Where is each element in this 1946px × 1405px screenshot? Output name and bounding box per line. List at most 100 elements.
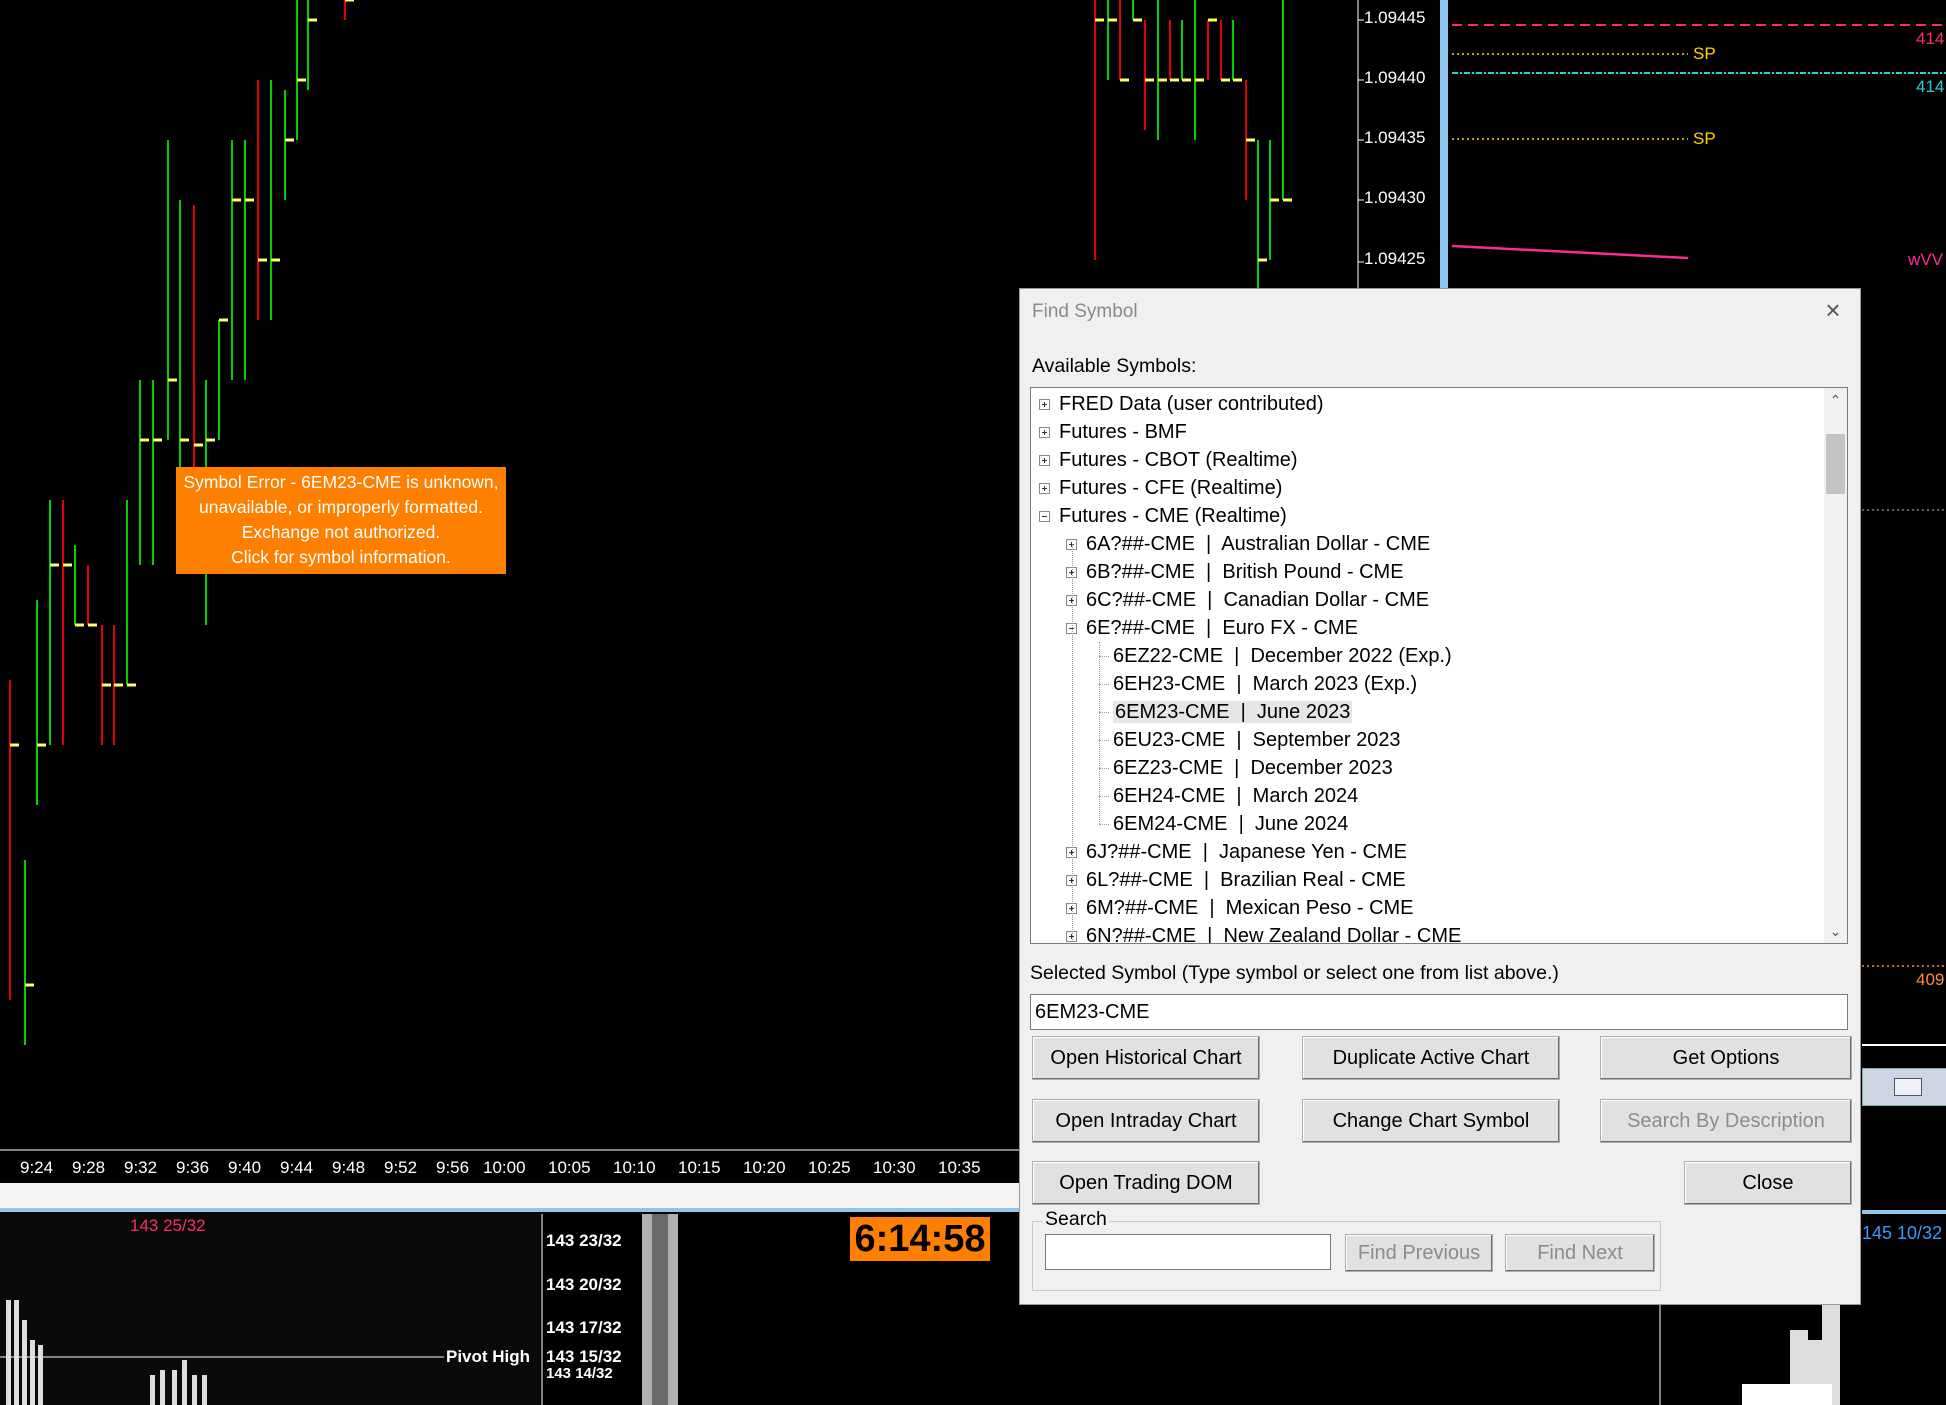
horizontal-scrollbar — [0, 1183, 1019, 1209]
time-axis-label: 9:44 — [280, 1158, 314, 1177]
time-axis-label: 9:24 — [20, 1158, 54, 1177]
search-by-description-button[interactable]: Search By Description — [1600, 1099, 1852, 1143]
tree-item-label: 6EZ23-CME | December 2023 — [1113, 757, 1393, 779]
tree-item[interactable]: 6C?##-CME | Canadian Dollar - CME — [1086, 586, 1429, 614]
scrollbar-thumb[interactable] — [1826, 434, 1845, 494]
volume-bar — [202, 1375, 207, 1405]
volume-bar — [150, 1375, 155, 1405]
tree-connector — [1099, 796, 1109, 797]
tree-item[interactable]: 6N?##-CME | New Zealand Dollar - CME — [1086, 922, 1462, 944]
open-intraday-chart-button[interactable]: Open Intraday Chart — [1032, 1099, 1260, 1143]
trend-line — [1451, 244, 1689, 260]
bar-countdown-timer: 6:14:58 — [850, 1217, 990, 1261]
tree-item-label: 6EH23-CME | March 2023 (Exp.) — [1113, 673, 1418, 695]
expand-icon[interactable] — [1039, 399, 1050, 410]
tree-item-label: 6B?##-CME | British Pound - CME — [1086, 561, 1404, 583]
pane-divider — [1440, 0, 1448, 290]
tree-item[interactable]: FRED Data (user contributed) — [1059, 390, 1324, 418]
time-axis-label: 10:30 — [873, 1158, 916, 1177]
tree-item[interactable]: Futures - BMF — [1059, 418, 1187, 446]
tree-item[interactable]: 6M?##-CME | Mexican Peso - CME — [1086, 894, 1414, 922]
scroll-up-icon[interactable]: ⌃ — [1824, 388, 1847, 412]
tree-item[interactable]: 6EU23-CME | September 2023 — [1113, 726, 1401, 754]
expand-icon[interactable] — [1039, 483, 1050, 494]
tree-item[interactable]: Futures - CBOT (Realtime) — [1059, 446, 1298, 474]
minimize-icon[interactable] — [1894, 1078, 1922, 1096]
find-next-button[interactable]: Find Next — [1505, 1234, 1655, 1272]
price-axis-label: 1.09425 — [1364, 249, 1426, 268]
tree-item-label: Futures - CBOT (Realtime) — [1059, 449, 1298, 471]
duplicate-active-chart-button[interactable]: Duplicate Active Chart — [1302, 1036, 1560, 1080]
tree-scrollbar[interactable]: ⌃ ⌄ — [1824, 388, 1847, 943]
tree-item[interactable]: 6EM24-CME | June 2024 — [1113, 810, 1348, 838]
sp-label-1: SP — [1693, 44, 1716, 63]
open-historical-chart-button[interactable]: Open Historical Chart — [1032, 1036, 1260, 1080]
symbol-error-message[interactable]: Symbol Error - 6EM23-CME is unknown, una… — [176, 467, 506, 574]
change-chart-symbol-button[interactable]: Change Chart Symbol — [1302, 1099, 1560, 1143]
tree-item[interactable]: 6EH24-CME | March 2024 — [1113, 782, 1358, 810]
tree-item[interactable]: 6EZ22-CME | December 2022 (Exp.) — [1113, 642, 1452, 670]
volume-bar — [14, 1300, 19, 1405]
time-axis-label: 10:15 — [678, 1158, 721, 1177]
close-button[interactable]: Close — [1684, 1161, 1852, 1205]
subchart-right-value: 145 10/32 — [1862, 1223, 1943, 1243]
symbol-error-line-4: Click for symbol information. — [231, 547, 451, 567]
symbol-error-line-2: unavailable, or improperly formatted. — [198, 497, 484, 517]
time-axis-label: 10:10 — [613, 1158, 656, 1177]
scroll-down-icon[interactable]: ⌄ — [1824, 919, 1847, 943]
find-symbol-dialog: Find Symbol × Available Symbols: FRED Da… — [1019, 288, 1861, 1305]
tree-item[interactable]: 6B?##-CME | British Pound - CME — [1086, 558, 1404, 586]
volume-bar — [160, 1370, 165, 1405]
tree-item-label: 6EM23-CME | June 2023 — [1113, 701, 1353, 723]
time-axis-label: 9:40 — [228, 1158, 262, 1177]
tree-item[interactable]: 6A?##-CME | Australian Dollar - CME — [1086, 530, 1430, 558]
tree-item-label: 6EH24-CME | March 2024 — [1113, 785, 1359, 807]
dialog-title: Find Symbol — [1032, 301, 1138, 322]
tree-item-label: 6L?##-CME | Brazilian Real - CME — [1086, 869, 1406, 891]
time-axis-label: 10:35 — [938, 1158, 981, 1177]
pivot-high-label: Pivot High — [446, 1347, 531, 1366]
search-input[interactable] — [1045, 1234, 1331, 1270]
tree-item[interactable]: 6J?##-CME | Japanese Yen - CME — [1086, 838, 1407, 866]
collapse-icon[interactable] — [1039, 511, 1050, 522]
tree-connector — [1099, 684, 1109, 685]
tree-item-label: Futures - CFE (Realtime) — [1059, 477, 1283, 499]
tree-connector — [1099, 740, 1109, 741]
find-previous-button[interactable]: Find Previous — [1345, 1234, 1493, 1272]
edge-value-2: 414 — [1916, 77, 1945, 96]
selected-symbol-input[interactable] — [1030, 994, 1848, 1030]
tree-item[interactable]: Futures - CME (Realtime) — [1059, 502, 1287, 530]
subchart-price-label: 143 20/32 — [546, 1275, 622, 1294]
tree-item-label: 6N?##-CME | New Zealand Dollar - CME — [1086, 925, 1462, 944]
tree-item-label: 6M?##-CME | Mexican Peso - CME — [1086, 897, 1414, 919]
volume-bar — [38, 1345, 43, 1405]
search-label: Search — [1043, 1208, 1109, 1231]
tree-item[interactable]: 6L?##-CME | Brazilian Real - CME — [1086, 866, 1406, 894]
tree-item-label: 6EU23-CME | September 2023 — [1113, 729, 1401, 751]
volume-bar — [30, 1340, 35, 1405]
symbol-tree[interactable]: FRED Data (user contributed) Futures - BM… — [1030, 387, 1848, 944]
get-options-button[interactable]: Get Options — [1600, 1036, 1852, 1080]
tree-item-label: Futures - BMF — [1059, 421, 1187, 443]
available-symbols-label: Available Symbols: — [1032, 355, 1197, 377]
time-axis-label: 9:52 — [384, 1158, 418, 1177]
close-icon[interactable]: × — [1818, 295, 1848, 325]
open-trading-dom-button[interactable]: Open Trading DOM — [1032, 1161, 1260, 1205]
symbol-error-line-3: Exchange not authorized. — [241, 522, 441, 542]
time-axis-label: 10:20 — [743, 1158, 786, 1177]
time-axis-label: 9:32 — [124, 1158, 158, 1177]
tree-item[interactable]: 6EZ23-CME | December 2023 — [1113, 754, 1393, 782]
symbol-error-line-1: Symbol Error - 6EM23-CME is unknown, — [183, 472, 499, 492]
expand-icon[interactable] — [1039, 427, 1050, 438]
expand-icon[interactable] — [1039, 455, 1050, 466]
tree-item[interactable]: 6E?##-CME | Euro FX - CME — [1086, 614, 1358, 642]
tree-item-label: 6E?##-CME | Euro FX - CME — [1086, 617, 1358, 639]
tree-item[interactable]: 6EM23-CME | June 2023 — [1113, 698, 1353, 726]
tree-item-label: 6EM24-CME | June 2024 — [1113, 813, 1349, 835]
tree-item[interactable]: Futures - CFE (Realtime) — [1059, 474, 1282, 502]
tree-item-label: 6A?##-CME | Australian Dollar - CME — [1086, 533, 1431, 555]
tree-item[interactable]: 6EH23-CME | March 2023 (Exp.) — [1113, 670, 1417, 698]
subchart-price-label: 143 17/32 — [546, 1318, 622, 1337]
time-axis-label: 9:28 — [72, 1158, 106, 1177]
search-group: Search Find Previous Find Next — [1032, 1208, 1661, 1291]
